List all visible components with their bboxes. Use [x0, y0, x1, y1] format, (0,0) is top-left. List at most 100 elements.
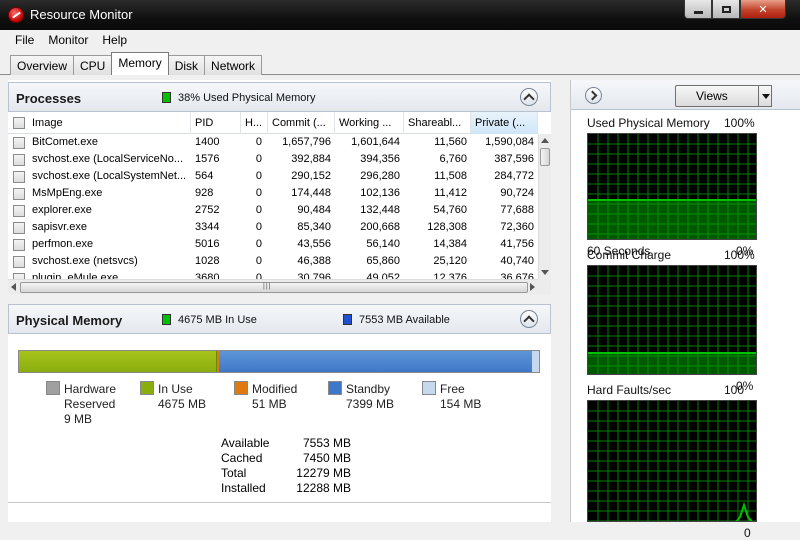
- table-cell: 56,140: [366, 238, 400, 250]
- menu-file[interactable]: File: [8, 30, 41, 50]
- menu-monitor[interactable]: Monitor: [41, 30, 95, 50]
- table-cell: 65,860: [366, 255, 400, 267]
- processes-horizontal-scrollbar[interactable]: |||: [8, 279, 538, 294]
- table-cell: 54,760: [433, 204, 467, 216]
- stat-label: Cached: [221, 451, 263, 465]
- pane-splitter[interactable]: [8, 294, 551, 304]
- right-pane-splitter[interactable]: [556, 80, 570, 522]
- tab-cpu[interactable]: CPU: [73, 55, 113, 75]
- select-all-checkbox[interactable]: [13, 117, 25, 129]
- minimize-icon: [693, 10, 703, 14]
- table-cell: 11,560: [434, 136, 467, 148]
- views-dropdown-icon[interactable]: [758, 85, 772, 107]
- column-image[interactable]: Image: [8, 112, 191, 134]
- table-cell: 11,508: [434, 170, 467, 182]
- available-summary: 7553 MB Available: [359, 314, 450, 326]
- used-physical-memory-graph-svg: [588, 134, 756, 239]
- free-legend-text: Free 154 MB: [440, 382, 481, 412]
- tab-memory[interactable]: Memory: [111, 52, 169, 75]
- commit-charge-graph-title: Commit Charge: [587, 248, 672, 262]
- graphs-expand-button[interactable]: [585, 87, 602, 104]
- hard-faults-sec-graph-title: Hard Faults/sec: [587, 383, 672, 397]
- physical-memory-header[interactable]: Physical Memory 4675 MB In Use 7553 MB A…: [8, 304, 551, 334]
- processes-table: BitComet.exe 1400 0 1,657,796 1,601,644 11,56…: [8, 134, 538, 279]
- column-shareable[interactable]: Shareabl...: [404, 112, 471, 134]
- caption-buttons: ✕: [684, 0, 786, 20]
- column-pid[interactable]: PID: [191, 112, 241, 134]
- table-cell: sapisvr.exe: [32, 221, 88, 233]
- table-cell: svchost.exe (netsvcs): [32, 255, 138, 267]
- legend-line: In Use: [158, 382, 193, 396]
- close-button[interactable]: ✕: [740, 0, 786, 19]
- scroll-thumb[interactable]: [540, 148, 550, 166]
- commit-charge-graph-max: 100%: [724, 248, 755, 262]
- table-cell: 1576: [195, 153, 220, 165]
- physical-memory-collapse-button[interactable]: [520, 310, 538, 328]
- table-cell: plugin_eMule.exe: [32, 272, 119, 279]
- horizontal-scroll-thumb[interactable]: [20, 282, 528, 293]
- column-working-set[interactable]: Working ...: [335, 112, 404, 134]
- table-row[interactable]: plugin_eMule.exe 3680 0 30,796 49,052 12,376 3…: [8, 270, 538, 279]
- hard-faults-sec-graph-max: 100: [724, 383, 745, 397]
- modified-legend-text: Modified 51 MB: [252, 382, 297, 412]
- graphs-pane: Views Used Physical Memory 100% 60 Seconds…: [570, 80, 800, 540]
- scroll-right-icon[interactable]: [530, 283, 535, 291]
- legend-line: Standby: [346, 382, 391, 396]
- menu-help[interactable]: Help: [95, 30, 134, 50]
- scroll-up-icon[interactable]: [541, 138, 549, 143]
- used-physical-memory-graph: [587, 133, 757, 240]
- processes-collapse-button[interactable]: [520, 88, 538, 106]
- commit-charge-graph-svg: [588, 266, 756, 374]
- legend-line: 51 MB: [252, 397, 287, 411]
- processes-vertical-scrollbar[interactable]: [538, 134, 551, 279]
- scroll-left-icon[interactable]: [11, 283, 16, 291]
- stat-label: Installed: [221, 481, 266, 495]
- table-cell: explorer.exe: [32, 204, 92, 216]
- resource-monitor-icon: [8, 7, 24, 23]
- tab-disk[interactable]: Disk: [167, 55, 206, 75]
- tab-network[interactable]: Network: [204, 55, 263, 75]
- table-cell: 0: [255, 255, 262, 267]
- column-commit[interactable]: Commit (...: [268, 112, 335, 134]
- used-memory-summary: 38% Used Physical Memory: [178, 92, 316, 104]
- table-cell: svchost.exe (LocalSystemNet...: [32, 170, 187, 182]
- table-row[interactable]: svchost.exe (LocalSystemNet... 564 0 290,15…: [8, 168, 538, 185]
- stat-value: 7553 MB: [302, 436, 351, 450]
- table-row[interactable]: sapisvr.exe 3344 0 85,340 200,668 128,308 72,3…: [8, 219, 538, 236]
- scroll-down-icon[interactable]: [541, 270, 549, 275]
- table-cell: 0: [255, 136, 262, 148]
- legend-line: 7399 MB: [346, 397, 395, 411]
- stat-row-cached: Cached 7450 MB: [221, 451, 351, 466]
- table-row[interactable]: perfmon.exe 5016 0 43,556 56,140 14,384 41,756: [8, 236, 538, 253]
- table-row[interactable]: svchost.exe (LocalServiceNo... 1576 0 392,8…: [8, 151, 538, 168]
- table-cell: 41,756: [500, 238, 534, 250]
- hard-faults-sec-graph: [587, 400, 757, 522]
- tab-overview[interactable]: Overview: [10, 55, 75, 75]
- physical-memory-title: Physical Memory: [16, 313, 123, 328]
- title-bar[interactable]: Resource Monitor ✕: [0, 0, 800, 30]
- column-private[interactable]: Private (...: [471, 112, 538, 134]
- graph-line: [588, 501, 756, 521]
- table-row[interactable]: explorer.exe 2752 0 90,484 132,448 54,760 77,6…: [8, 202, 538, 219]
- views-button[interactable]: Views: [675, 85, 772, 107]
- table-row[interactable]: BitComet.exe 1400 0 1,657,796 1,601,644 11,56…: [8, 134, 538, 151]
- stat-row-installed: Installed 12288 MB: [221, 481, 351, 496]
- table-cell: 0: [255, 187, 262, 199]
- column-hard-faults[interactable]: H...: [241, 112, 268, 134]
- maximize-button[interactable]: [712, 0, 740, 19]
- scroll-corner: [538, 279, 551, 294]
- minimize-button[interactable]: [684, 0, 712, 19]
- table-row[interactable]: svchost.exe (netsvcs) 1028 0 46,388 65,860 25…: [8, 253, 538, 270]
- table-cell: 928: [195, 187, 214, 199]
- table-cell: 11,412: [434, 187, 467, 199]
- resource-monitor-window: Resource Monitor ✕ File Monitor Help Ove…: [0, 0, 800, 540]
- stat-row-available: Available 7553 MB: [221, 436, 351, 451]
- in-use-legend-icon: [162, 314, 171, 325]
- stat-value: 7450 MB: [302, 451, 351, 465]
- table-cell: 30,796: [297, 272, 331, 279]
- table-cell: 46,388: [297, 255, 331, 267]
- hardware-reserved-legend-swatch: [46, 381, 60, 395]
- table-row[interactable]: MsMpEng.exe 928 0 174,448 102,136 11,412 90,72…: [8, 185, 538, 202]
- processes-header[interactable]: Processes 38% Used Physical Memory: [8, 82, 551, 112]
- scroll-grip-icon: |||: [263, 283, 272, 290]
